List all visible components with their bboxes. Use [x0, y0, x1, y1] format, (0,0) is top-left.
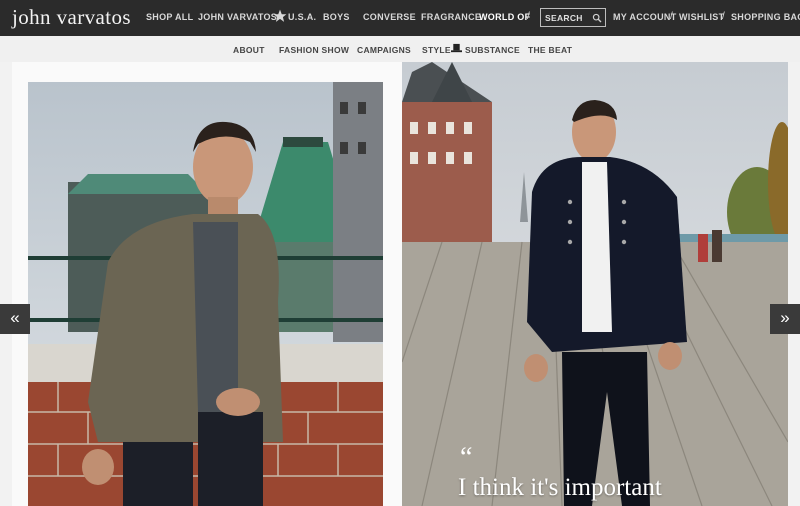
sub-navigation-bar: ABOUT FASHION SHOW CAMPAIGNS STYLE SUBST…: [0, 36, 800, 62]
search-icon[interactable]: [592, 13, 602, 23]
nav-separator: /: [527, 11, 530, 22]
campaign-image-boardwalk: [402, 62, 788, 506]
subnav-style[interactable]: STYLE: [422, 45, 451, 55]
search-input[interactable]: [545, 12, 589, 24]
campaign-quote: I think it's important: [458, 474, 662, 501]
subnav-the-beat[interactable]: THE BEAT: [528, 45, 572, 55]
nav-shop-all[interactable]: SHOP ALL: [146, 12, 193, 22]
campaign-image-wall: [28, 82, 383, 506]
nav-my-account[interactable]: MY ACCOUNT: [613, 12, 677, 22]
nav-converse[interactable]: CONVERSE: [363, 12, 416, 22]
nav-separator: /: [670, 11, 673, 22]
subnav-campaigns[interactable]: CAMPAIGNS: [357, 45, 411, 55]
carousel-prev-button[interactable]: «: [0, 304, 30, 334]
top-navigation-bar: john varvatos SHOP ALL JOHN VARVATOS U.S…: [0, 0, 800, 36]
star-icon: [273, 9, 287, 22]
nav-separator: /: [722, 11, 725, 22]
brand-logo[interactable]: john varvatos: [12, 5, 131, 30]
nav-usa[interactable]: U.S.A.: [288, 12, 316, 22]
nav-wishlist[interactable]: WISHLIST: [679, 12, 724, 22]
nav-world-of[interactable]: WORLD OF: [479, 12, 530, 22]
quote-mark-icon: “: [460, 442, 473, 473]
subnav-about[interactable]: ABOUT: [233, 45, 265, 55]
nav-boys[interactable]: BOYS: [323, 12, 350, 22]
carousel-next-button[interactable]: »: [770, 304, 800, 334]
nav-shopping-bag[interactable]: SHOPPING BAG: [731, 12, 800, 22]
campaign-photo-right: [402, 62, 788, 506]
search-box[interactable]: [540, 8, 606, 27]
campaign-photo-left: [28, 82, 383, 506]
nav-john-varvatos[interactable]: JOHN VARVATOS: [198, 12, 277, 22]
nav-fragrance[interactable]: FRAGRANCE: [421, 12, 481, 22]
subnav-fashion-show[interactable]: FASHION SHOW: [279, 45, 349, 55]
subnav-substance[interactable]: SUBSTANCE: [465, 45, 520, 55]
top-hat-icon: [451, 43, 462, 53]
